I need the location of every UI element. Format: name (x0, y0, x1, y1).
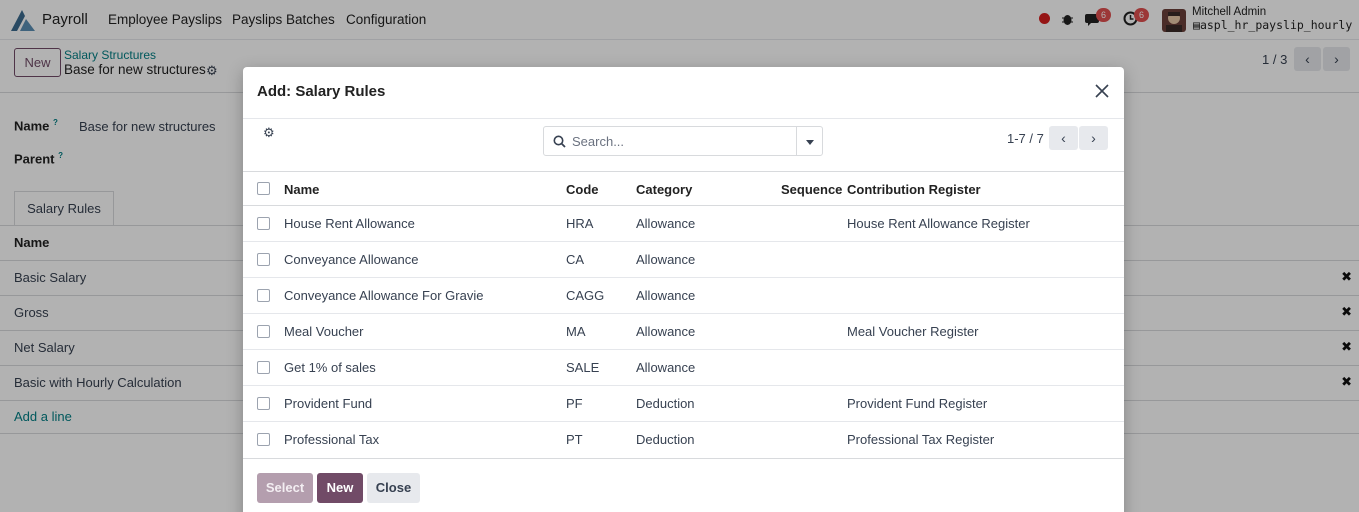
cell-name: Professional Tax (284, 432, 380, 447)
row-checkbox[interactable] (257, 253, 270, 266)
cell-register: House Rent Allowance Register (847, 216, 1030, 231)
chevron-left-icon: ‹ (1061, 130, 1066, 146)
cell-code: CA (566, 252, 585, 267)
new-button[interactable]: New (317, 473, 363, 503)
select-all-checkbox[interactable] (257, 182, 270, 195)
cell-name: House Rent Allowance (284, 216, 415, 231)
cell-register: Professional Tax Register (847, 432, 995, 447)
cell-category: Allowance (636, 216, 696, 231)
table-row[interactable]: Professional Tax PT Deduction Profession… (243, 422, 1124, 458)
table-row[interactable]: Conveyance Allowance CA Allowance (243, 242, 1124, 278)
column-header-code[interactable]: Code (566, 182, 599, 197)
column-header-name[interactable]: Name (284, 182, 319, 197)
table-row[interactable]: Conveyance Allowance For Gravie CAGG All… (243, 278, 1124, 314)
cell-register: Meal Voucher Register (847, 324, 979, 339)
cell-code: PF (566, 396, 583, 411)
cell-name: Conveyance Allowance (284, 252, 419, 267)
add-salary-rules-dialog: Add: Salary Rules ⚙ Search... 1-7 / 7 ‹ … (243, 67, 1124, 512)
cell-category: Allowance (636, 252, 696, 267)
cell-category: Allowance (636, 288, 696, 303)
close-icon[interactable] (1092, 81, 1112, 101)
cell-category: Deduction (636, 396, 695, 411)
search-input[interactable]: Search... (543, 126, 797, 156)
table-bottom-border (243, 458, 1124, 459)
dialog-pager-next-button[interactable]: › (1079, 126, 1108, 150)
row-checkbox[interactable] (257, 289, 270, 302)
cell-name: Meal Voucher (284, 324, 364, 339)
column-header-category[interactable]: Category (636, 182, 692, 197)
cell-code: HRA (566, 216, 594, 231)
close-button[interactable]: Close (367, 473, 420, 503)
table-row[interactable]: Get 1% of sales SALE Allowance (243, 350, 1124, 386)
cell-name: Provident Fund (284, 396, 373, 411)
cell-name: Conveyance Allowance For Gravie (284, 288, 484, 303)
row-checkbox[interactable] (257, 325, 270, 338)
cell-code: SALE (566, 360, 600, 375)
row-checkbox[interactable] (257, 361, 270, 374)
cell-code: CAGG (566, 288, 605, 303)
search-icon (553, 135, 566, 148)
cell-code: MA (566, 324, 586, 339)
table-row[interactable]: House Rent Allowance HRA Allowance House… (243, 206, 1124, 242)
dialog-pager-prev-button[interactable]: ‹ (1049, 126, 1078, 150)
column-header-contribution-register[interactable]: Contribution Register (847, 182, 981, 197)
table-row[interactable]: Meal Voucher MA Allowance Meal Voucher R… (243, 314, 1124, 350)
table-row[interactable]: Provident Fund PF Deduction Provident Fu… (243, 386, 1124, 422)
column-header-sequence[interactable]: Sequence (781, 182, 842, 197)
row-checkbox[interactable] (257, 217, 270, 230)
table-header: Name Code Category Sequence Contribution… (243, 171, 1124, 206)
row-checkbox[interactable] (257, 433, 270, 446)
cell-code: PT (566, 432, 583, 447)
dialog-title: Add: Salary Rules (257, 83, 386, 100)
cog-icon[interactable]: ⚙ (263, 125, 275, 141)
cell-name: Get 1% of sales (284, 360, 376, 375)
cell-category: Deduction (636, 432, 695, 447)
chevron-right-icon: › (1091, 130, 1096, 146)
search-options-toggle[interactable] (796, 126, 823, 156)
row-checkbox[interactable] (257, 397, 270, 410)
dialog-pager[interactable]: 1-7 / 7 (1007, 131, 1044, 146)
search-placeholder: Search... (572, 134, 625, 149)
select-button[interactable]: Select (257, 473, 313, 503)
cell-category: Allowance (636, 324, 696, 339)
dialog-header-divider (243, 118, 1124, 119)
cell-register: Provident Fund Register (847, 396, 988, 411)
cell-category: Allowance (636, 360, 696, 375)
